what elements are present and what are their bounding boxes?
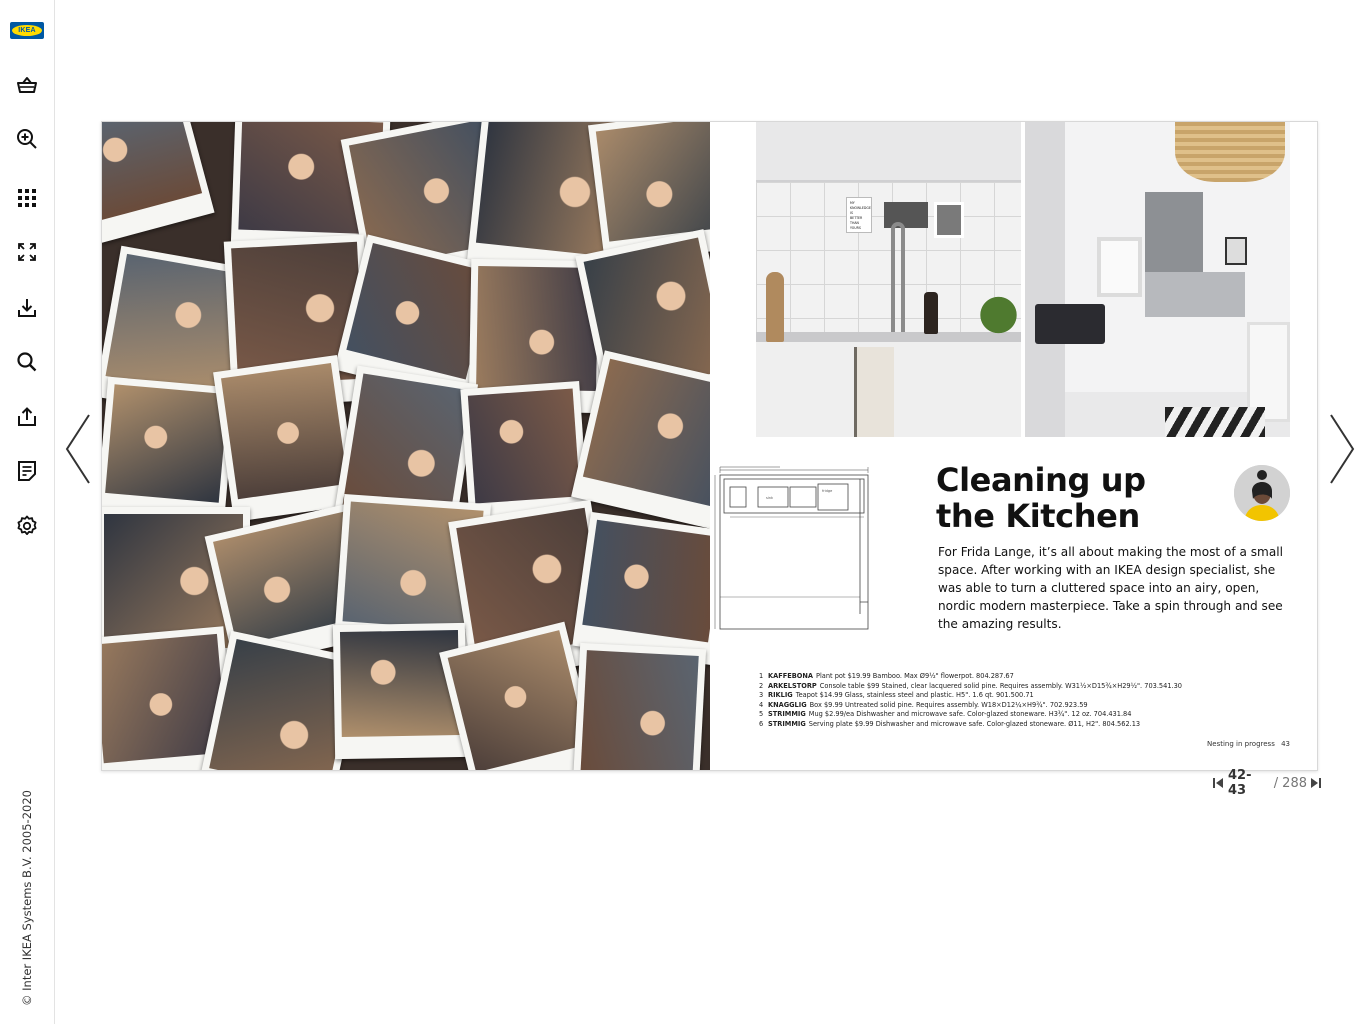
product-number: 4 <box>759 700 764 709</box>
settings-button[interactable] <box>8 507 46 545</box>
product-list: 1 KAFFEBÖNA Plant pot $19.99 Bamboo. Max Ø… <box>759 672 1299 730</box>
article-title-line1: Cleaning up <box>936 461 1146 499</box>
article-title: Cleaning up the Kitchen <box>936 462 1196 534</box>
kitchen-note-text: MY KNOWLEDGE IS BETTER THAN YOURS <box>849 201 871 230</box>
kitchen-note-card: MY KNOWLEDGE IS BETTER THAN YOURS <box>846 197 872 233</box>
svg-text:YOURS: YOURS <box>850 226 861 230</box>
product-row: 5 STRIMMIG Mug $2.99/ea Dishwasher and mic… <box>759 710 1299 720</box>
product-number: 1 <box>759 672 764 680</box>
last-page-icon <box>1311 778 1321 788</box>
svg-text:fridge: fridge <box>822 489 832 493</box>
kitchen-room-photo <box>1025 122 1290 437</box>
page-footer: Nesting in progress 43 <box>1207 740 1290 748</box>
collage-photo <box>571 642 707 770</box>
first-page-icon <box>1213 778 1223 788</box>
ikea-logo-text: IKEA <box>12 25 42 36</box>
search-button[interactable] <box>8 343 46 381</box>
download-icon <box>18 299 36 317</box>
right-page: MY KNOWLEDGE IS BETTER THAN YOURS sink f… <box>710 122 1317 770</box>
collage-photo <box>332 622 468 760</box>
product-description: Box $9.99 Untreated solid pine. Requires… <box>809 700 1088 709</box>
product-name: KAFFEBÖNA <box>768 672 813 680</box>
svg-text:BETTER: BETTER <box>850 216 863 220</box>
notes-button[interactable] <box>8 452 46 490</box>
product-name: RIKLIG <box>768 691 793 700</box>
ikea-logo[interactable]: IKEA <box>10 22 44 39</box>
product-name: STRIMMIG <box>768 710 806 719</box>
first-page-button[interactable] <box>1212 776 1224 790</box>
designer-avatar-icon <box>1234 465 1290 521</box>
zoom-in-icon <box>17 129 37 149</box>
product-number: 5 <box>759 710 764 719</box>
product-row: 3 RIKLIG Teapot $14.99 Glass, stainless st… <box>759 691 1299 701</box>
current-page[interactable]: 42-43 <box>1228 768 1268 798</box>
pagination: 42-43 / 288 <box>1212 768 1322 798</box>
collage-photo <box>572 511 710 666</box>
basket-icon <box>17 77 37 93</box>
total-pages: 288 <box>1282 775 1307 791</box>
footer-page-number: 43 <box>1281 740 1290 748</box>
page-separator: / <box>1273 775 1279 791</box>
product-row: 2 ARKELSTORP Console table $99 Stained, cl… <box>759 682 1299 692</box>
product-row: 4 KNAGGLIG Box $9.99 Untreated solid pine.… <box>759 701 1299 711</box>
download-button[interactable] <box>8 289 46 327</box>
kitchen-floorplan: sink fridge <box>714 466 869 630</box>
copyright-notice: © Inter IKEA Systems B.V. 2005-2020 <box>20 790 40 1006</box>
fullscreen-button[interactable] <box>8 233 46 271</box>
svg-text:KNOWLEDGE: KNOWLEDGE <box>850 206 871 210</box>
product-description: Teapot $14.99 Glass, stainless steel and… <box>795 691 1034 700</box>
product-number: 3 <box>759 691 764 700</box>
notes-icon <box>18 461 36 481</box>
chevron-right-icon <box>1330 414 1355 484</box>
kitchen-sink-photo: MY KNOWLEDGE IS BETTER THAN YOURS <box>756 122 1021 437</box>
article-body: For Frida Lange, it’s all about making t… <box>938 545 1283 631</box>
product-number: 6 <box>759 719 764 728</box>
product-description: Plant pot $19.99 Bamboo. Max Ø9½" flower… <box>815 672 1014 680</box>
avatar <box>1234 465 1290 521</box>
footer-section: Nesting in progress <box>1207 740 1275 748</box>
svg-text:MY: MY <box>850 201 855 205</box>
zoom-in-button[interactable] <box>8 120 46 158</box>
chevron-left-icon <box>65 414 90 484</box>
share-icon <box>18 407 36 426</box>
article-title-line2: the Kitchen <box>936 497 1140 535</box>
share-button[interactable] <box>8 398 46 436</box>
copyright-text: © Inter IKEA Systems B.V. 2005-2020 <box>20 790 34 1006</box>
left-page-collage <box>102 122 710 770</box>
gear-icon <box>17 515 37 535</box>
svg-text:THAN: THAN <box>849 221 860 225</box>
grid-icon <box>18 189 36 207</box>
svg-text:IS: IS <box>850 211 853 215</box>
product-row: 6 STRIMMIG Serving plate $9.99 Dishwasher … <box>759 720 1299 730</box>
catalog-spread[interactable]: MY KNOWLEDGE IS BETTER THAN YOURS sink f… <box>101 121 1318 771</box>
product-description: Serving plate $9.99 Dishwasher and micro… <box>808 719 1141 728</box>
product-name: KNAGGLIG <box>768 700 807 709</box>
product-row: 1 KAFFEBÖNA Plant pot $19.99 Bamboo. Max Ø… <box>759 672 1299 682</box>
collage-photo <box>102 376 236 526</box>
product-description: Mug $2.99/ea Dishwasher and microwave sa… <box>808 710 1132 719</box>
search-icon <box>17 352 37 372</box>
product-name: ARKELSTORP <box>768 681 817 690</box>
grid-view-button[interactable] <box>8 179 46 217</box>
svg-text:sink: sink <box>766 496 774 500</box>
collage-photo <box>102 122 215 244</box>
product-number: 2 <box>759 681 764 690</box>
next-page-button[interactable] <box>1325 412 1359 486</box>
basket-button[interactable] <box>8 66 46 104</box>
fullscreen-icon <box>18 243 36 261</box>
product-description: Console table $99 Stained, clear lacquer… <box>819 681 1182 690</box>
previous-page-button[interactable] <box>61 412 95 486</box>
product-name: STRIMMIG <box>768 719 806 728</box>
last-page-button[interactable] <box>1310 776 1322 790</box>
sidebar: IKEA © Inter IKEA Systems B.V. 2005-2020 <box>0 0 55 1024</box>
